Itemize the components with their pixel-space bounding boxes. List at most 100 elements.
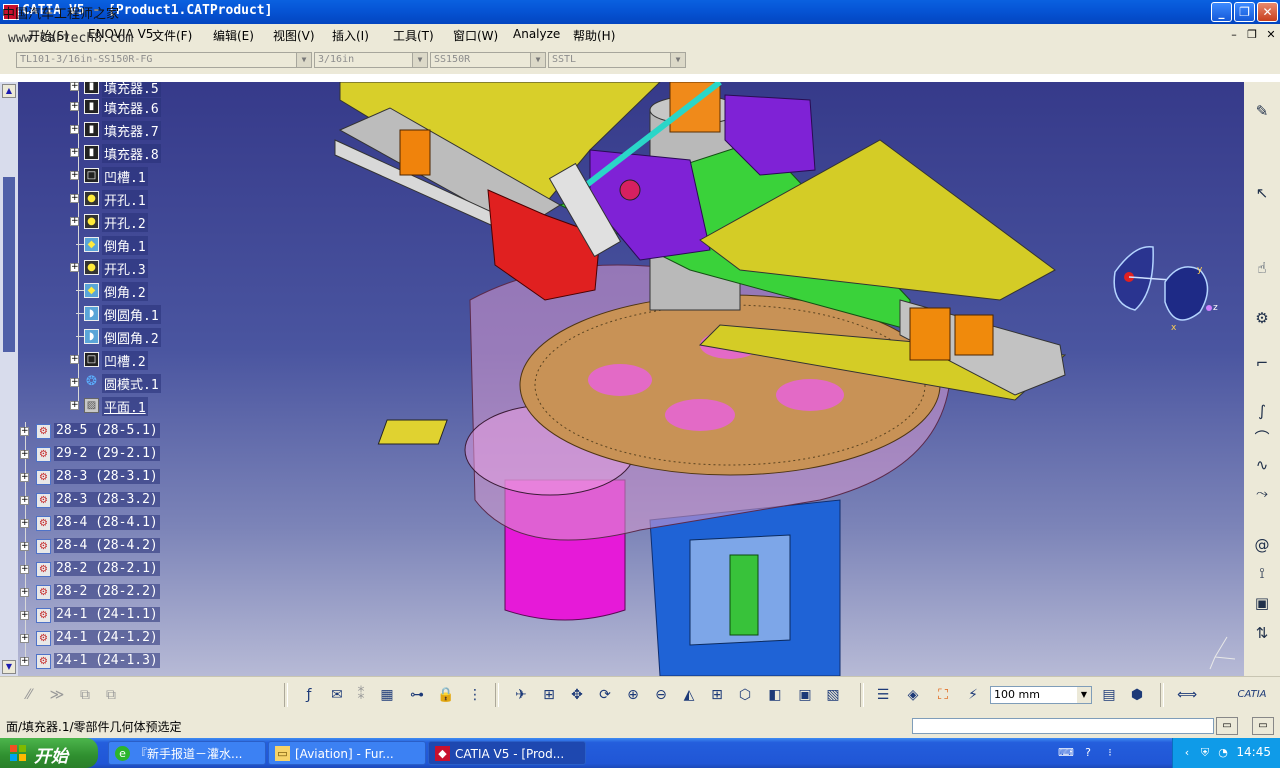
spiral-icon[interactable]: @ xyxy=(1251,534,1273,556)
zoom-combo[interactable]: 100 mm ▼ xyxy=(990,686,1092,704)
expand-icon[interactable]: + xyxy=(70,82,79,91)
expand-icon[interactable]: + xyxy=(20,496,29,505)
expand-icon[interactable]: + xyxy=(70,171,79,180)
expand-icon[interactable]: + xyxy=(20,450,29,459)
bill-of-material-icon[interactable]: ▤ xyxy=(1098,684,1120,706)
input-method-icon[interactable]: ⁝ xyxy=(1102,745,1118,761)
design-table-icon[interactable]: ⋮ xyxy=(464,684,486,706)
standard-combo[interactable]: SS150R ▼ xyxy=(430,52,546,68)
scene-icon[interactable]: ⬢ xyxy=(1126,684,1148,706)
fit-all-icon[interactable]: ⊞ xyxy=(538,684,560,706)
doc-restore-button[interactable]: ❐ xyxy=(1245,28,1259,41)
expand-icon[interactable]: + xyxy=(70,102,79,111)
manipulation-icon[interactable]: ☝ xyxy=(1251,257,1273,279)
menu-edit[interactable]: 编辑(E) xyxy=(213,27,254,44)
status-button-2[interactable]: ▭ xyxy=(1252,717,1274,735)
expand-icon[interactable]: + xyxy=(70,263,79,272)
table-icon[interactable]: ▦ xyxy=(376,684,398,706)
expand-icon[interactable]: + xyxy=(20,542,29,551)
fly-icon[interactable]: ✈ xyxy=(510,684,532,706)
expand-icon[interactable]: + xyxy=(20,565,29,574)
thickness-combo[interactable]: 3/16in ▼ xyxy=(314,52,428,68)
expand-icon[interactable]: + xyxy=(70,194,79,203)
helix-icon[interactable]: ⤳ xyxy=(1251,482,1273,504)
lock-icon[interactable]: 🔒 xyxy=(435,684,457,706)
workbench-icon[interactable]: ✎ xyxy=(1251,100,1273,122)
scroll-up-button[interactable]: ▲ xyxy=(2,84,16,98)
rotate-icon[interactable]: ⟳ xyxy=(594,684,616,706)
pipe-icon[interactable]: ⟟ xyxy=(1251,562,1273,584)
keyboard-icon[interactable]: ⌨ xyxy=(1058,745,1074,761)
menu-tools[interactable]: 工具(T) xyxy=(393,27,434,44)
material-combo[interactable]: SSTL ▼ xyxy=(548,52,686,68)
expand-icon[interactable]: + xyxy=(70,378,79,387)
task-browser[interactable]: e 『新手报道－灌水... xyxy=(108,741,266,765)
sweep-icon[interactable]: ∿ xyxy=(1251,454,1273,476)
task-catia[interactable]: ◆ CATIA V5 - [Prod... xyxy=(428,741,586,765)
zoom-in-icon[interactable]: ⊕ xyxy=(622,684,644,706)
select-arrow-icon[interactable]: ↖ xyxy=(1251,182,1273,204)
expand-icon[interactable]: + xyxy=(70,401,79,410)
expand-icon[interactable]: + xyxy=(20,588,29,597)
scroll-down-button[interactable]: ▼ xyxy=(2,660,16,674)
swap-visible-icon[interactable]: ▧ xyxy=(822,684,844,706)
task-folder[interactable]: ▭ [Aviation] - Fur... xyxy=(268,741,426,765)
menu-help[interactable]: 帮助(H) xyxy=(573,27,615,44)
arrow-right-icon[interactable]: ≫ xyxy=(46,684,68,706)
menu-insert[interactable]: 插入(I) xyxy=(332,27,369,44)
menu-view[interactable]: 视图(V) xyxy=(273,27,315,44)
compass-widget[interactable]: y z x xyxy=(1105,242,1225,342)
shading-icon[interactable]: ◧ xyxy=(764,684,786,706)
catalog-icon[interactable]: ☰ xyxy=(872,684,894,706)
expand-icon[interactable]: + xyxy=(20,519,29,528)
expand-icon[interactable]: + xyxy=(20,657,29,666)
minimize-button[interactable]: _ xyxy=(1211,2,1232,22)
hide-show-icon[interactable]: ▣ xyxy=(794,684,816,706)
copy-icon[interactable]: ⧉ xyxy=(74,684,96,706)
expand-icon[interactable]: + xyxy=(70,148,79,157)
scroll-thumb[interactable] xyxy=(3,177,15,352)
close-button[interactable]: ✕ xyxy=(1257,2,1278,22)
zoom-out-icon[interactable]: ⊖ xyxy=(650,684,672,706)
multi-view-icon[interactable]: ⊞ xyxy=(706,684,728,706)
menu-file[interactable]: 文件(F) xyxy=(152,27,192,44)
transform-icon[interactable]: ⇅ xyxy=(1251,622,1273,644)
sectioning-icon[interactable]: ◈ xyxy=(902,684,924,706)
network-icon[interactable]: ◔ xyxy=(1215,745,1231,761)
status-button-1[interactable]: ▭ xyxy=(1216,717,1238,735)
expand-icon[interactable]: + xyxy=(70,355,79,364)
sketch-icon[interactable]: ⁄⁄ xyxy=(18,684,40,706)
start-button[interactable]: 开始 xyxy=(0,738,98,768)
expand-icon[interactable]: + xyxy=(20,473,29,482)
maximize-button[interactable]: ❐ xyxy=(1234,2,1255,22)
paste-icon[interactable]: ⧉ xyxy=(100,684,122,706)
tree-icon[interactable]: ⊶ xyxy=(406,684,428,706)
expand-icon[interactable]: + xyxy=(20,427,29,436)
layer-icon[interactable]: ▣ xyxy=(1251,592,1273,614)
iso-view-icon[interactable]: ⬡ xyxy=(734,684,756,706)
tray-expand-icon[interactable]: ‹ xyxy=(1179,745,1195,761)
measure-icon[interactable]: ⁑ xyxy=(350,684,372,706)
menu-window[interactable]: 窗口(W) xyxy=(453,27,498,44)
normal-view-icon[interactable]: ◭ xyxy=(678,684,700,706)
comment-icon[interactable]: ✉ xyxy=(326,684,348,706)
formula-icon[interactable]: ƒ xyxy=(298,684,320,706)
pan-icon[interactable]: ✥ xyxy=(566,684,588,706)
shield-icon[interactable]: ⛨ xyxy=(1197,745,1213,761)
distance-icon[interactable]: ⚡ xyxy=(962,684,984,706)
power-input-field[interactable] xyxy=(912,718,1214,734)
expand-icon[interactable]: + xyxy=(20,611,29,620)
snap-icon[interactable]: ⚙ xyxy=(1251,307,1273,329)
line-type-combo[interactable]: TL101-3/16in-SS150R-FG ▼ xyxy=(16,52,312,68)
3d-viewport[interactable]: ▲ ▼ + ▮ 填充器.5 + ▮ 填充器.6 + ▮ 填充器.7 + ▮ 填充… xyxy=(0,82,1244,676)
spline-icon[interactable]: ∫ xyxy=(1251,400,1273,422)
doc-close-button[interactable]: ✕ xyxy=(1264,28,1278,41)
tree-scrollbar[interactable]: ▲ ▼ xyxy=(0,82,18,676)
clash-icon[interactable]: ⛶ xyxy=(932,684,954,706)
expand-icon[interactable]: + xyxy=(70,217,79,226)
help-icon[interactable]: ? xyxy=(1080,745,1096,761)
doc-minimize-button[interactable]: – xyxy=(1227,28,1241,41)
expand-icon[interactable]: + xyxy=(70,125,79,134)
measure-between-icon[interactable]: ⟺ xyxy=(1176,684,1198,706)
constraint-icon[interactable]: ⌐ xyxy=(1251,352,1273,374)
